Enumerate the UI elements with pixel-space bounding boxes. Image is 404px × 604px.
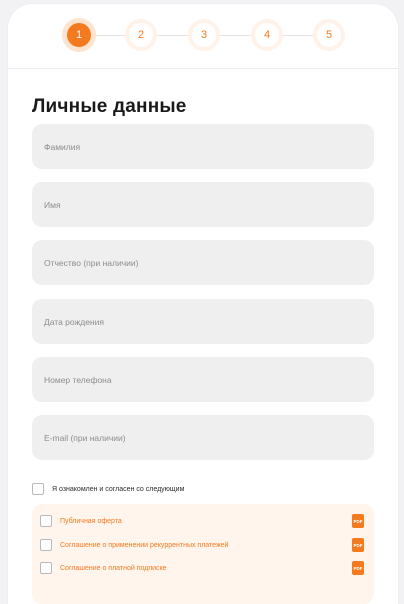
offer-link[interactable]: Публичная оферта	[60, 518, 352, 525]
email-field[interactable]	[32, 415, 374, 460]
recurring-payments-checkbox[interactable]	[40, 539, 52, 551]
recurring-payments-link[interactable]: Соглашение о применении рекуррентных пла…	[60, 542, 352, 549]
phone-input[interactable]	[32, 357, 374, 402]
document-row: Соглашение о платной подписке PDF	[40, 561, 366, 575]
agree-label: Я ознакомлен и согласен со следующим	[52, 485, 185, 493]
first-name-input[interactable]	[32, 182, 374, 227]
step-5[interactable]: 5	[317, 23, 341, 47]
step-4[interactable]: 4	[255, 23, 279, 47]
pdf-icon[interactable]: PDF	[352, 538, 364, 552]
birth-date-input[interactable]	[32, 299, 374, 344]
last-name-input[interactable]	[32, 124, 374, 169]
paid-subscription-link[interactable]: Соглашение о платной подписке	[60, 565, 352, 572]
page-title: Личные данные	[32, 96, 187, 117]
pdf-icon[interactable]: PDF	[352, 514, 364, 528]
documents-panel: Публичная оферта PDF Соглашение о примен…	[32, 504, 374, 604]
step-3[interactable]: 3	[192, 23, 216, 47]
agree-checkbox[interactable]	[32, 483, 44, 495]
registration-card: 1 2 3 4 5 Личные данные Я ознакомлен и с…	[8, 4, 398, 604]
pdf-icon[interactable]: PDF	[352, 561, 364, 575]
agree-row: Я ознакомлен и согласен со следующим	[32, 483, 184, 495]
step-1[interactable]: 1	[67, 23, 91, 47]
birth-date-field[interactable]	[32, 299, 374, 344]
last-name-field[interactable]	[32, 124, 374, 169]
stepper: 1 2 3 4 5	[8, 4, 398, 69]
email-input[interactable]	[32, 415, 374, 460]
paid-subscription-checkbox[interactable]	[40, 562, 52, 574]
step-2[interactable]: 2	[129, 23, 153, 47]
first-name-field[interactable]	[32, 182, 374, 227]
phone-field[interactable]	[32, 357, 374, 402]
document-row: Публичная оферта PDF	[40, 514, 366, 528]
patronymic-input[interactable]	[32, 240, 374, 285]
offer-checkbox[interactable]	[40, 515, 52, 527]
document-row: Соглашение о применении рекуррентных пла…	[40, 538, 366, 552]
patronymic-field[interactable]	[32, 240, 374, 285]
